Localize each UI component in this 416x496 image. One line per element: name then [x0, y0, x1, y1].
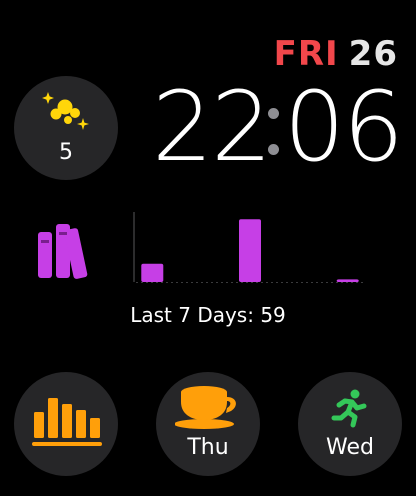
date-display: FRI 26: [274, 34, 398, 74]
coffee-cup-icon: [175, 386, 236, 429]
chart-bar: [239, 219, 261, 282]
chart-bar: [336, 279, 359, 282]
activity-caption: Last 7 Days: 59: [130, 303, 286, 327]
bar-chart-complication[interactable]: [14, 372, 118, 476]
workout-complication[interactable]: Wed: [298, 372, 402, 476]
workout-day-label: Wed: [326, 435, 374, 460]
weekday-label: FRI: [273, 34, 339, 74]
bubbles-icon: [42, 92, 89, 130]
coffee-complication[interactable]: Thu: [156, 372, 260, 476]
activity-chart: [133, 212, 364, 283]
time-minutes: 06: [283, 71, 404, 183]
running-figure-icon: [331, 389, 367, 428]
chart-bar: [141, 263, 164, 282]
day-of-month: 26: [348, 34, 398, 74]
bubbles-count: 5: [59, 140, 73, 165]
digital-time: 22 06: [152, 71, 404, 183]
coffee-day-label: Thu: [187, 435, 229, 460]
bar-chart-icon: [32, 398, 102, 446]
books-icon: [38, 224, 88, 279]
time-hours: 22: [152, 71, 272, 183]
bubbles-complication[interactable]: 5: [14, 76, 118, 180]
time-colon: [268, 104, 280, 160]
